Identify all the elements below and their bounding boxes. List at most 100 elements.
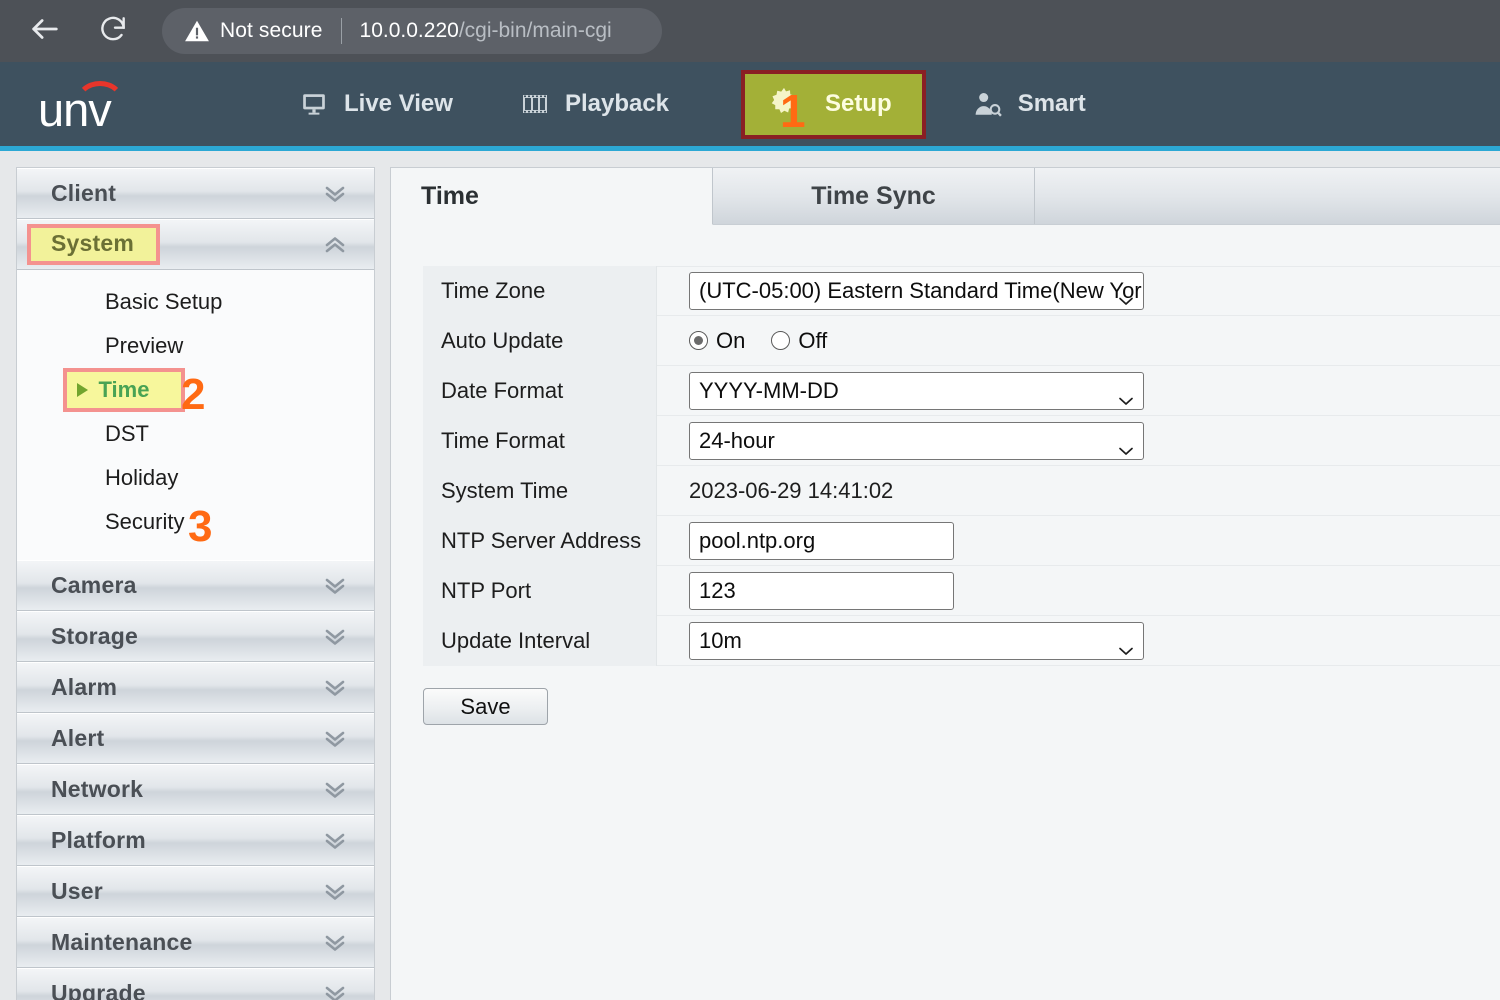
- top-nav-items: Live View Playback Setup Smart: [300, 69, 1086, 139]
- time-zone-select[interactable]: (UTC-05:00) Eastern Standard Time(New Yo…: [689, 272, 1144, 310]
- sidebar-group-upgrade[interactable]: Upgrade: [17, 968, 374, 1000]
- sidebar-group-alert[interactable]: Alert: [17, 713, 374, 764]
- logo-text: unv: [38, 83, 112, 136]
- form-control: pool.ntp.org: [657, 516, 1500, 566]
- form-row-ntp-port: NTP Port 123: [423, 565, 1500, 616]
- time-format-select[interactable]: 24-hour: [689, 421, 1144, 460]
- date-format-select[interactable]: YYYY-MM-DD: [689, 371, 1144, 410]
- sidebar-item-basic-setup[interactable]: Basic Setup: [17, 280, 374, 324]
- sidebar-group-label: Camera: [51, 572, 137, 598]
- sidebar-group-label: System: [27, 224, 161, 265]
- ntp-port-value: 123: [699, 577, 736, 603]
- tab-label: Time Sync: [811, 181, 936, 210]
- ntp-server-address-input[interactable]: pool.ntp.org: [689, 521, 954, 560]
- radio-button-selected-icon: [689, 331, 708, 350]
- update-interval-select[interactable]: 10m: [689, 621, 1144, 660]
- form-label: Auto Update: [423, 315, 657, 366]
- chevron-double-up-icon: [322, 236, 348, 254]
- form-label: NTP Server Address: [423, 515, 657, 566]
- sidebar-item-label: Basic Setup: [105, 289, 223, 314]
- nav-label-setup: Setup: [825, 90, 892, 117]
- chevron-double-down-icon: [322, 628, 348, 646]
- annotation-number-1: 1: [780, 85, 806, 137]
- form-row-time-zone: Time Zone (UTC-05:00) Eastern Standard T…: [423, 266, 1500, 316]
- sidebar-item-label: Time: [98, 377, 150, 402]
- chevron-double-down-icon: [322, 781, 348, 799]
- form-label: Date Format: [423, 365, 657, 416]
- chevron-double-down-icon: [322, 985, 348, 1000]
- sidebar-item-time[interactable]: Time: [63, 368, 185, 412]
- nav-item-live-view[interactable]: Live View: [300, 78, 453, 130]
- update-interval-value: 10m: [699, 627, 742, 653]
- settings-sidebar: Client System Basic Setup Preview Time D…: [16, 167, 375, 1000]
- content-tabstrip: Time Time Sync: [391, 168, 1500, 225]
- form-control: (UTC-05:00) Eastern Standard Time(New Yo…: [657, 266, 1500, 316]
- sidebar-group-system[interactable]: System: [17, 219, 374, 270]
- nav-item-smart[interactable]: Smart: [974, 78, 1086, 130]
- tab-time-sync[interactable]: Time Sync: [713, 168, 1035, 224]
- form-label: Time Zone: [423, 266, 657, 316]
- sidebar-group-label: Alert: [51, 725, 105, 751]
- reload-button[interactable]: [90, 8, 136, 54]
- save-button[interactable]: Save: [423, 688, 548, 725]
- ntp-port-input[interactable]: 123: [689, 571, 954, 610]
- form-row-update-interval: Update Interval 10m: [423, 615, 1500, 666]
- form-control: YYYY-MM-DD: [657, 366, 1500, 416]
- sidebar-group-camera[interactable]: Camera: [17, 560, 374, 611]
- sidebar-group-platform[interactable]: Platform: [17, 815, 374, 866]
- nav-label-playback: Playback: [564, 90, 670, 117]
- form-row-system-time: System Time 2023-06-29 14:41:02: [423, 465, 1500, 516]
- sidebar-group-client[interactable]: Client: [17, 168, 374, 219]
- address-bar[interactable]: Not secure 10.0.0.220 /cgi-bin/main-cgi: [162, 8, 662, 54]
- warning-triangle-icon: [184, 19, 210, 43]
- form-row-auto-update: Auto Update On Off: [423, 315, 1500, 366]
- chevron-down-icon: [1118, 386, 1134, 405]
- chevron-down-icon: [1118, 286, 1134, 305]
- nav-item-playback[interactable]: Playback: [521, 78, 669, 130]
- browser-toolbar: Not secure 10.0.0.220 /cgi-bin/main-cgi: [0, 0, 1500, 62]
- sidebar-group-network[interactable]: Network: [17, 764, 374, 815]
- form-control: 10m: [657, 616, 1500, 666]
- chevron-down-icon: [1118, 636, 1134, 655]
- form-label: Update Interval: [423, 615, 657, 666]
- nav-label-live-view: Live View: [344, 90, 453, 117]
- chevron-double-down-icon: [322, 679, 348, 697]
- radio-on[interactable]: On: [689, 328, 745, 354]
- sidebar-group-label: Upgrade: [51, 980, 146, 1000]
- back-button[interactable]: [22, 8, 68, 54]
- sidebar-group-storage[interactable]: Storage: [17, 611, 374, 662]
- form-actions: Save: [423, 688, 1500, 725]
- auto-update-radio-group: On Off: [689, 328, 853, 354]
- tab-time[interactable]: Time: [391, 168, 713, 225]
- back-arrow-icon: [28, 12, 62, 51]
- unv-logo: unv: [38, 76, 158, 136]
- main-content-panel: Time Time Sync Time Zone (UTC-05:00) Eas…: [390, 167, 1500, 1000]
- sidebar-item-label: DST: [105, 421, 149, 446]
- time-settings-form: Time Zone (UTC-05:00) Eastern Standard T…: [423, 266, 1500, 666]
- person-search-icon: [974, 91, 1002, 117]
- radio-off[interactable]: Off: [771, 328, 827, 354]
- sidebar-item-label: Preview: [105, 333, 184, 358]
- date-format-value: YYYY-MM-DD: [699, 377, 839, 403]
- form-control: 123: [657, 566, 1500, 616]
- sidebar-group-label: Network: [51, 776, 144, 802]
- nav-item-setup[interactable]: Setup: [741, 69, 926, 139]
- sidebar-item-preview[interactable]: Preview: [17, 324, 374, 368]
- sidebar-item-holiday[interactable]: Holiday: [17, 456, 374, 500]
- form-row-ntp-server-address: NTP Server Address pool.ntp.org: [423, 515, 1500, 566]
- omnibox-divider: [340, 18, 342, 44]
- sidebar-group-maintenance[interactable]: Maintenance: [17, 917, 374, 968]
- tabstrip-filler: [1035, 168, 1500, 224]
- chevron-double-down-icon: [322, 934, 348, 952]
- sidebar-group-label: Client: [51, 180, 117, 206]
- sidebar-group-alarm[interactable]: Alarm: [17, 662, 374, 713]
- page-body: Client System Basic Setup Preview Time D…: [0, 151, 1500, 1000]
- url-host: 10.0.0.220: [359, 19, 459, 42]
- chevron-double-down-icon: [322, 730, 348, 748]
- film-strip-icon: [521, 91, 549, 117]
- app-top-navigation: unv Live View Playback Setup Smart: [0, 62, 1500, 151]
- time-zone-value: (UTC-05:00) Eastern Standard Time(New Yo…: [699, 278, 1144, 303]
- sidebar-group-label: Storage: [51, 623, 139, 649]
- sidebar-group-user[interactable]: User: [17, 866, 374, 917]
- nav-item-setup-wrapper: Setup: [741, 69, 926, 139]
